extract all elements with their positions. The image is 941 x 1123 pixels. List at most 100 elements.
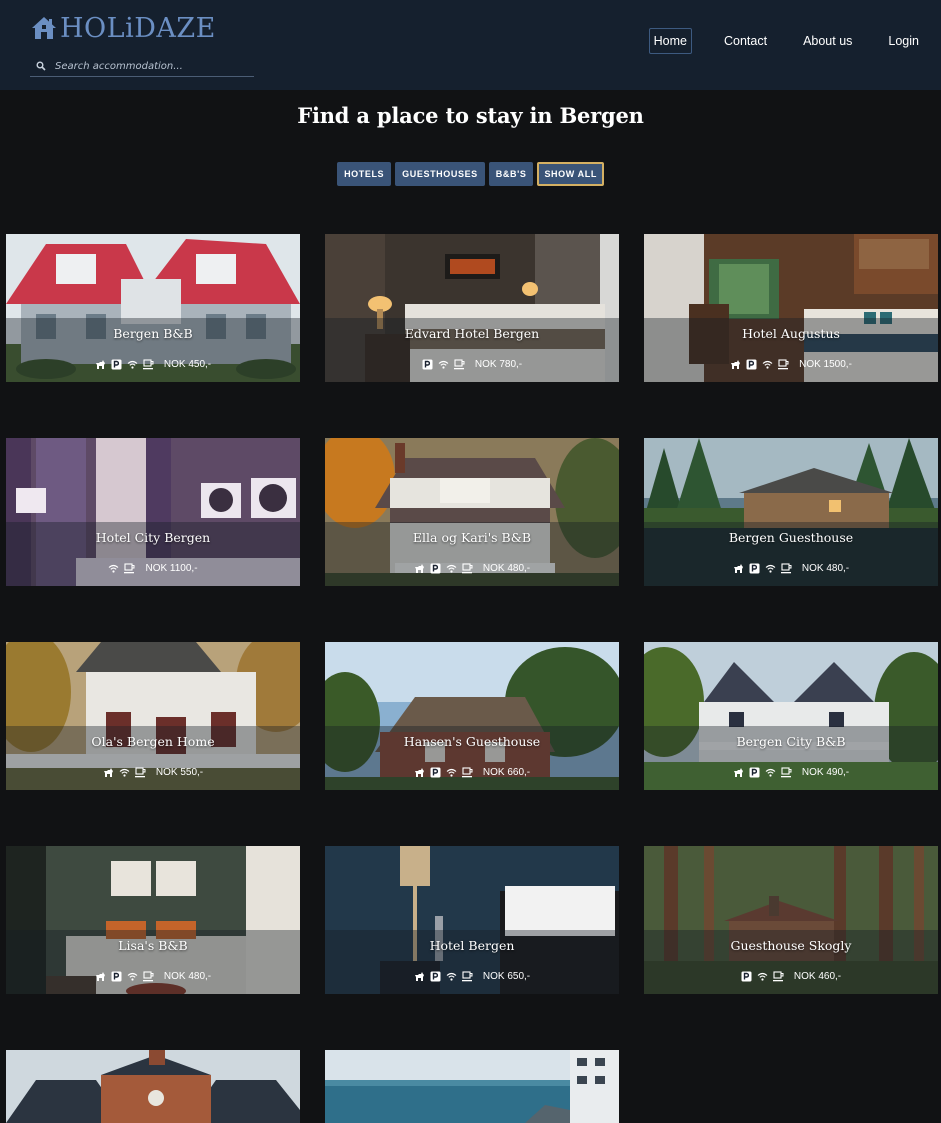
accommodation-price: NOK 480,- <box>801 563 850 574</box>
accommodation-card[interactable]: Ella og Kari's B&B NOK 480,- <box>325 438 619 586</box>
search-input[interactable] <box>55 60 235 72</box>
accommodation-name: Hansen's Guesthouse <box>403 734 541 749</box>
accommodation-name: Bergen B&B <box>113 326 193 341</box>
accommodation-name: Ola's Bergen Home <box>91 734 215 749</box>
pets-icon <box>731 360 741 369</box>
breakfast-icon <box>142 359 154 370</box>
accommodation-price: NOK 1500,- <box>799 359 852 370</box>
wifi-icon <box>119 768 130 777</box>
logo-text: HOLiDAZE <box>60 12 216 44</box>
filter-guesthouses-button[interactable]: GUESTHOUSES <box>395 162 485 186</box>
parking-icon <box>749 563 760 574</box>
amenities-row: NOK 480,- <box>325 563 619 574</box>
accommodation-price: NOK 650,- <box>482 971 531 982</box>
accommodation-card[interactable]: Guesthouse Skogly NOK 460,- <box>644 846 938 994</box>
accommodation-name: Lisa's B&B <box>118 938 188 953</box>
pets-icon <box>103 768 113 777</box>
accommodation-card-partial[interactable] <box>325 1050 619 1123</box>
amenities-row: NOK 480,- <box>644 563 938 574</box>
logo[interactable]: HOLiDAZE <box>30 12 216 44</box>
amenities-row: NOK 460,- <box>644 971 938 982</box>
nav-about-us[interactable]: About us <box>799 29 856 53</box>
accommodation-card[interactable]: Bergen Guesthouse NOK 480,- <box>644 438 938 586</box>
parking-icon <box>430 971 441 982</box>
accommodation-price: NOK 660,- <box>482 767 531 778</box>
accommodation-card[interactable]: Bergen B&B NOK 450,- <box>6 234 300 382</box>
amenities-row: NOK 480,- <box>6 971 300 982</box>
accommodation-card[interactable]: Bergen City B&B NOK 490,- <box>644 642 938 790</box>
accommodation-card[interactable]: Hotel City Bergen NOK 1100,- <box>6 438 300 586</box>
pets-icon <box>95 972 105 981</box>
wifi-icon <box>446 972 457 981</box>
breakfast-icon <box>134 767 146 778</box>
amenities-row: NOK 660,- <box>325 767 619 778</box>
filter-bar: HOTELS GUESTHOUSES B&B'S SHOW ALL <box>0 162 941 186</box>
wifi-icon <box>446 768 457 777</box>
amenities-row: NOK 780,- <box>325 359 619 370</box>
breakfast-icon <box>461 971 473 982</box>
amenities-row: NOK 1500,- <box>644 359 938 370</box>
parking-icon <box>746 359 757 370</box>
card-image <box>6 1050 300 1123</box>
wifi-icon <box>765 564 776 573</box>
accommodation-price: NOK 450,- <box>163 359 212 370</box>
site-header: HOLiDAZE Home Contact About us Login <box>0 0 941 90</box>
pets-icon <box>414 564 424 573</box>
parking-icon <box>741 971 752 982</box>
accommodation-card[interactable]: Hansen's Guesthouse NOK 660,- <box>325 642 619 790</box>
breakfast-icon <box>780 767 792 778</box>
accommodation-price: NOK 1100,- <box>145 563 198 574</box>
parking-icon <box>111 971 122 982</box>
accommodation-price: NOK 460,- <box>793 971 842 982</box>
parking-icon <box>430 767 441 778</box>
wifi-icon <box>446 564 457 573</box>
accommodation-card-partial[interactable] <box>6 1050 300 1123</box>
accommodation-card[interactable]: Ola's Bergen Home NOK 550,- <box>6 642 300 790</box>
accommodation-name: Hotel City Bergen <box>95 530 211 545</box>
page-title: Find a place to stay in Bergen <box>297 103 644 128</box>
breakfast-icon <box>461 563 473 574</box>
nav-login[interactable]: Login <box>884 29 923 53</box>
accommodation-card[interactable]: Hotel Bergen NOK 650,- <box>325 846 619 994</box>
filter-hotels-button[interactable]: HOTELS <box>337 162 392 186</box>
amenities-row: NOK 650,- <box>325 971 619 982</box>
accommodation-price: NOK 550,- <box>155 767 204 778</box>
parking-icon <box>422 359 433 370</box>
main-nav: Home Contact About us Login <box>621 28 923 54</box>
accommodation-price: NOK 780,- <box>474 359 523 370</box>
accommodation-price: NOK 490,- <box>801 767 850 778</box>
wifi-icon <box>765 768 776 777</box>
accommodation-card[interactable]: Hotel Augustus NOK 1500,- <box>644 234 938 382</box>
wifi-icon <box>127 360 138 369</box>
accommodation-name: Edvard Hotel Bergen <box>404 326 540 341</box>
wifi-icon <box>438 360 449 369</box>
breakfast-icon <box>142 971 154 982</box>
parking-icon <box>430 563 441 574</box>
pets-icon <box>733 768 743 777</box>
filter-bnb-button[interactable]: B&B'S <box>488 162 534 186</box>
wifi-icon <box>127 972 138 981</box>
accommodation-name: Guesthouse Skogly <box>730 938 852 953</box>
breakfast-icon <box>461 767 473 778</box>
accommodation-card[interactable]: Lisa's B&B NOK 480,- <box>6 846 300 994</box>
parking-icon <box>111 359 122 370</box>
breakfast-icon <box>780 563 792 574</box>
accommodation-card[interactable]: Edvard Hotel Bergen NOK 780,- <box>325 234 619 382</box>
filter-show-all-button[interactable]: SHOW ALL <box>537 162 604 186</box>
breakfast-icon <box>453 359 465 370</box>
pets-icon <box>414 972 424 981</box>
amenities-row: NOK 1100,- <box>6 563 300 574</box>
search-icon <box>36 61 46 71</box>
pets-icon <box>95 360 105 369</box>
amenities-row: NOK 550,- <box>6 767 300 778</box>
breakfast-icon <box>778 359 789 370</box>
pets-icon <box>414 768 424 777</box>
search-bar[interactable] <box>30 56 254 77</box>
nav-contact[interactable]: Contact <box>720 29 771 53</box>
parking-icon <box>749 767 760 778</box>
nav-home[interactable]: Home <box>648 28 692 54</box>
wifi-icon <box>762 360 773 369</box>
card-image <box>325 1050 619 1123</box>
amenities-row: NOK 450,- <box>6 359 300 370</box>
amenities-row: NOK 490,- <box>644 767 938 778</box>
